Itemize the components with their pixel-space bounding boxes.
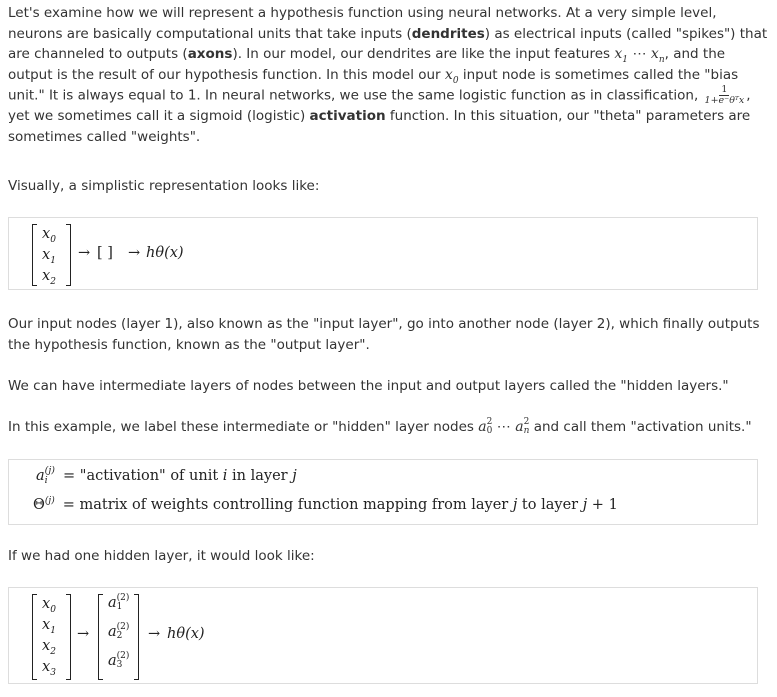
activation-text-b: and call them "activation units."	[529, 419, 752, 435]
layers-paragraph: Our input nodes (layer 1), also known as…	[8, 316, 760, 353]
theta-definition: Θ(j) = matrix of weights controlling func…	[33, 496, 618, 513]
simple-network-box: x0 x1 x2 → [ ] → hθ(x)	[8, 217, 758, 290]
hidden-a1: a (2) 1	[108, 593, 130, 612]
hidden-layers-paragraph: We can have intermediate layers of nodes…	[8, 378, 729, 394]
one-hidden-layer-intro: If we had one hidden layer, it would loo…	[8, 548, 315, 564]
activation-definition: a (j) i = "activation" of unit i in layer j	[36, 465, 297, 486]
input-x1: x1	[42, 247, 56, 266]
hidden-vector-right-bracket	[134, 594, 139, 680]
input-x0: x0	[42, 226, 56, 245]
hypothesis-output: hθ(x)	[167, 626, 205, 642]
activation-text-a: In this example, we label these intermed…	[8, 419, 479, 435]
input-x1: x1	[42, 617, 56, 636]
notation-box: a (j) i = "activation" of unit i in layer j…	[8, 459, 758, 525]
input-vector-left-bracket	[32, 224, 37, 286]
input-x2: x2	[42, 268, 56, 287]
xn-symbol: xn	[650, 46, 665, 65]
notation-definitions: a (j) i = "activation" of unit i in layer j…	[9, 460, 757, 524]
input-x3: x3	[42, 659, 56, 678]
hidden-a2: a (2) 2	[108, 622, 130, 641]
arrow-to-layer2: →	[78, 245, 91, 261]
axons-term: axons	[187, 46, 233, 63]
intro-text-c: ). In our model, our dendrites are like …	[232, 46, 615, 63]
input-vector-right-bracket	[66, 224, 71, 286]
x0-symbol: x0	[444, 66, 459, 86]
dendrites-term: dendrites	[411, 25, 485, 42]
input-vector-left-bracket	[32, 594, 37, 680]
arrow-to-hidden-layer: →	[77, 626, 90, 642]
sigmoid-fraction: 1 1+e⁻θᵀx	[704, 84, 745, 107]
visual-intro: Visually, a simplistic representation lo…	[8, 178, 320, 194]
activation-term: activation	[309, 108, 386, 125]
hidden-vector-left-bracket	[98, 594, 103, 680]
simple-network-diagram: x0 x1 x2 → [ ] → hθ(x)	[9, 218, 757, 289]
input-x0: x0	[42, 596, 56, 615]
arrow-to-output: →	[128, 245, 141, 261]
empty-layer-bracket: [ ]	[97, 245, 113, 261]
hidden-layer-network-box: x0 x1 x2 x3 → a (2) 1 a (2) 2 a (2) 3 → hθ(x)	[8, 587, 758, 684]
intro-paragraph: Let's examine how we will represent a hy…	[8, 3, 770, 148]
hidden-layer-network-diagram: x0 x1 x2 x3 → a (2) 1 a (2) 2 a (2) 3 → hθ(x)	[9, 588, 757, 683]
hidden-a3: a (2) 3	[108, 651, 130, 670]
arrow-to-output: →	[148, 626, 161, 642]
ellipsis-2: ⋯	[492, 419, 516, 435]
ellipsis: ⋯	[628, 46, 651, 63]
input-vector-right-bracket	[66, 594, 71, 680]
an-symbol: a2n	[515, 417, 530, 436]
a0-symbol: a20	[478, 417, 493, 436]
input-x2: x2	[42, 638, 56, 657]
x1-symbol: x1	[614, 46, 629, 65]
activation-units-paragraph: In this example, we label these intermed…	[8, 417, 770, 438]
hypothesis-output: hθ(x)	[146, 245, 184, 261]
